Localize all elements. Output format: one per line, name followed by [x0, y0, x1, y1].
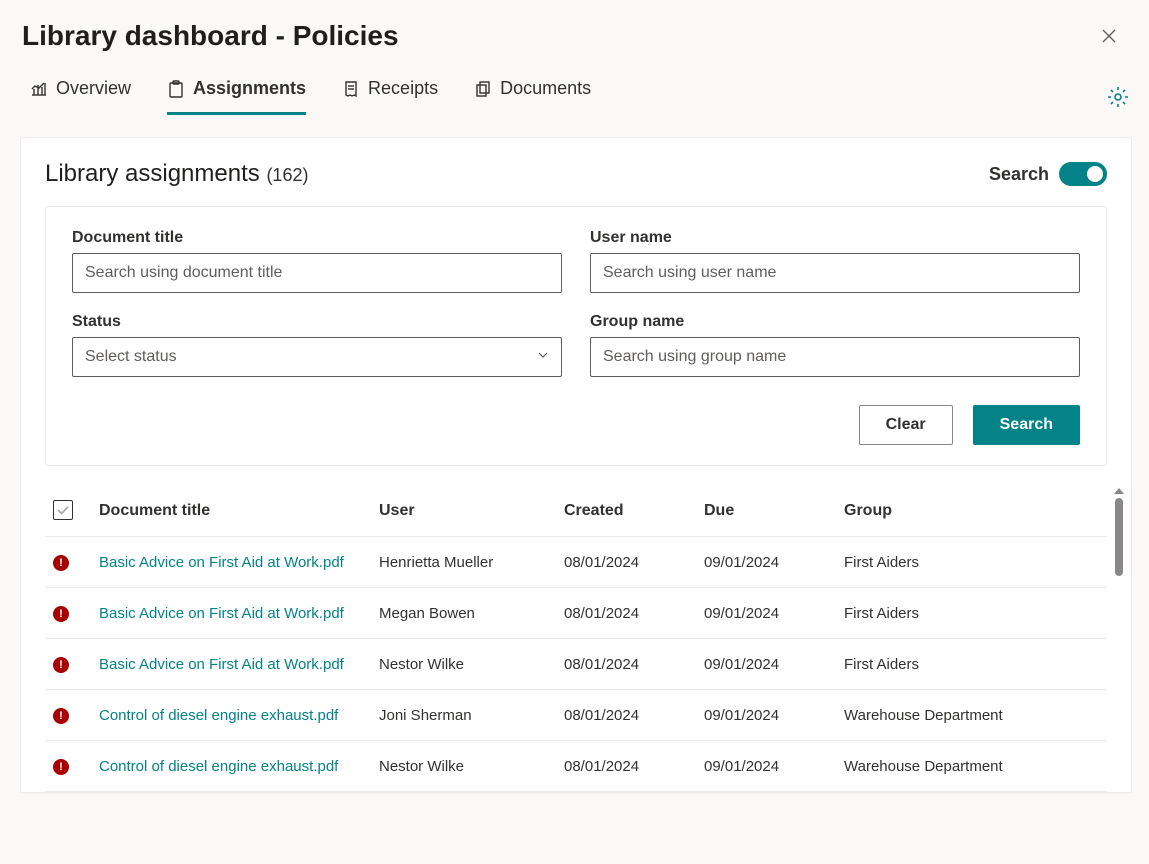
status-select[interactable]: Select status: [72, 337, 562, 377]
cell-user: Megan Bowen: [371, 588, 556, 639]
document-link[interactable]: Basic Advice on First Aid at Work.pdf: [99, 656, 344, 673]
column-group[interactable]: Group: [836, 488, 1107, 537]
cell-due: 09/01/2024: [696, 639, 836, 690]
table-row[interactable]: ! Basic Advice on First Aid at Work.pdf …: [45, 537, 1107, 588]
overdue-status-icon: !: [53, 759, 69, 775]
cell-user: Henrietta Mueller: [371, 537, 556, 588]
scroll-thumb[interactable]: [1115, 498, 1123, 576]
search-toggle[interactable]: [1059, 162, 1107, 186]
cell-created: 08/01/2024: [556, 639, 696, 690]
page-title: Library dashboard - Policies: [22, 20, 399, 52]
table-row[interactable]: ! Control of diesel engine exhaust.pdf N…: [45, 741, 1107, 792]
scrollbar[interactable]: [1113, 488, 1125, 576]
tab-receipts[interactable]: Receipts: [342, 78, 438, 115]
column-user[interactable]: User: [371, 488, 556, 537]
status-label: Status: [72, 313, 562, 331]
table-row[interactable]: ! Basic Advice on First Aid at Work.pdf …: [45, 639, 1107, 690]
overdue-status-icon: !: [53, 555, 69, 571]
user-name-input[interactable]: [590, 253, 1080, 293]
column-document-title[interactable]: Document title: [91, 488, 371, 537]
overdue-status-icon: !: [53, 657, 69, 673]
column-due[interactable]: Due: [696, 488, 836, 537]
column-created[interactable]: Created: [556, 488, 696, 537]
tab-label: Receipts: [368, 78, 438, 99]
close-icon[interactable]: [1093, 20, 1125, 52]
group-name-label: Group name: [590, 313, 1080, 331]
cell-group: First Aiders: [836, 639, 1107, 690]
tab-label: Documents: [500, 78, 591, 99]
document-link[interactable]: Basic Advice on First Aid at Work.pdf: [99, 554, 344, 571]
cell-user: Joni Sherman: [371, 690, 556, 741]
tab-label: Overview: [56, 78, 131, 99]
overdue-status-icon: !: [53, 606, 69, 622]
cell-due: 09/01/2024: [696, 690, 836, 741]
group-name-input[interactable]: [590, 337, 1080, 377]
cell-created: 08/01/2024: [556, 588, 696, 639]
panel-title: Library assignments (162): [45, 160, 308, 188]
chevron-down-icon: [537, 348, 549, 366]
cell-group: Warehouse Department: [836, 690, 1107, 741]
document-link[interactable]: Control of diesel engine exhaust.pdf: [99, 758, 338, 775]
cell-created: 08/01/2024: [556, 690, 696, 741]
cell-user: Nestor Wilke: [371, 741, 556, 792]
scroll-up-arrow-icon: [1114, 488, 1124, 494]
table-row[interactable]: ! Basic Advice on First Aid at Work.pdf …: [45, 588, 1107, 639]
cell-group: First Aiders: [836, 537, 1107, 588]
cell-group: Warehouse Department: [836, 741, 1107, 792]
gear-icon[interactable]: [1107, 86, 1129, 108]
search-button[interactable]: Search: [973, 405, 1080, 445]
cell-due: 09/01/2024: [696, 588, 836, 639]
cell-due: 09/01/2024: [696, 537, 836, 588]
document-title-label: Document title: [72, 229, 562, 247]
clipboard-icon: [167, 80, 185, 98]
document-link[interactable]: Basic Advice on First Aid at Work.pdf: [99, 605, 344, 622]
documents-stack-icon: [474, 80, 492, 98]
document-title-input[interactable]: [72, 253, 562, 293]
receipt-icon: [342, 80, 360, 98]
overdue-status-icon: !: [53, 708, 69, 724]
tab-assignments[interactable]: Assignments: [167, 78, 306, 115]
tab-label: Assignments: [193, 78, 306, 99]
user-name-label: User name: [590, 229, 1080, 247]
tab-overview[interactable]: Overview: [30, 78, 131, 115]
search-filter-panel: Document title User name Status Select s…: [45, 206, 1107, 466]
document-link[interactable]: Control of diesel engine exhaust.pdf: [99, 707, 338, 724]
panel-count: (162): [266, 165, 308, 185]
cell-due: 09/01/2024: [696, 741, 836, 792]
table-row[interactable]: ! Control of diesel engine exhaust.pdf J…: [45, 690, 1107, 741]
cell-user: Nestor Wilke: [371, 639, 556, 690]
tab-documents[interactable]: Documents: [474, 78, 591, 115]
select-all-checkbox[interactable]: [53, 500, 73, 520]
clear-button[interactable]: Clear: [859, 405, 953, 445]
cell-created: 08/01/2024: [556, 537, 696, 588]
cell-created: 08/01/2024: [556, 741, 696, 792]
bar-chart-icon: [30, 80, 48, 98]
search-toggle-label: Search: [989, 164, 1049, 185]
cell-group: First Aiders: [836, 588, 1107, 639]
